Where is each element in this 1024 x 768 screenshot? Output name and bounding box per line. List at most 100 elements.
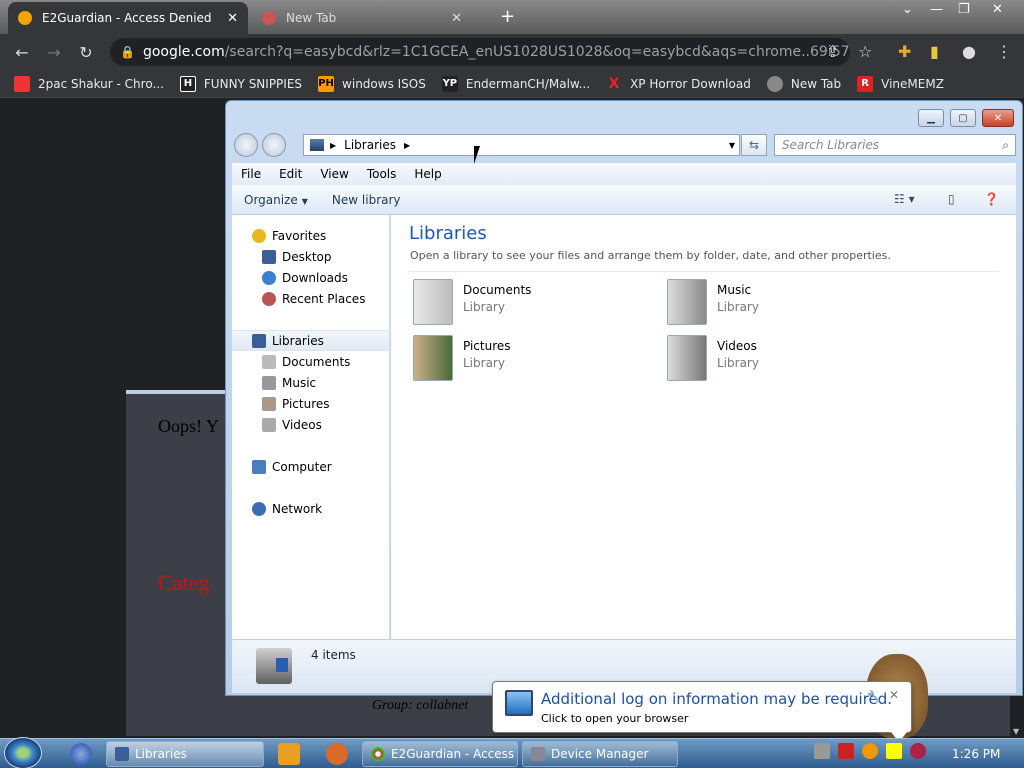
chevron-down-icon[interactable]: ▼ (729, 141, 735, 150)
tray-search-icon[interactable] (862, 743, 878, 759)
search-placeholder: Search Libraries (782, 138, 880, 152)
close-window-icon[interactable]: ✕ (992, 2, 1003, 17)
chevron-right-icon[interactable]: ▶ (404, 141, 410, 150)
nav-downloads[interactable]: Downloads (232, 267, 389, 288)
menu-tools[interactable]: Tools (358, 167, 406, 181)
profile-icon[interactable]: ● (962, 42, 976, 61)
close-icon[interactable]: ✕ (889, 688, 899, 702)
close-button[interactable]: ✕ (982, 109, 1014, 127)
breadcrumb-libraries[interactable]: Libraries (344, 138, 396, 152)
view-options-icon[interactable]: ☷ ▾ (894, 192, 915, 206)
tab-e2guardian[interactable]: E2Guardian - Access Denied ✕ (8, 2, 248, 34)
scroll-down-icon[interactable]: ▼ (1013, 727, 1019, 736)
bookmark-item[interactable]: 2pac Shakur - Chro... (14, 75, 164, 92)
start-button[interactable] (4, 737, 42, 768)
nav-pictures[interactable]: Pictures (232, 393, 389, 414)
chevron-right-icon[interactable]: ▶ (330, 141, 336, 150)
address-bar[interactable]: 🔒 google.com /search?q=easybcd&rlz=1C1GC… (110, 38, 850, 66)
search-input[interactable]: Search Libraries ⌕ (774, 134, 1016, 156)
library-music[interactable]: Music Library (667, 279, 907, 329)
content-pane: Libraries Open a library to see your fil… (391, 215, 1016, 639)
organize-button[interactable]: Organize ▼ (232, 193, 320, 207)
bookmark-item[interactable]: PH windows ISOS (318, 75, 426, 92)
menu-help[interactable]: Help (405, 167, 450, 181)
media-player-icon[interactable] (278, 743, 300, 765)
tab-title: New Tab (286, 11, 337, 25)
extensions-icon[interactable]: ✚ (898, 42, 911, 61)
new-tab-button[interactable]: + (500, 6, 515, 27)
side-panel-icon[interactable]: ▮ (930, 42, 939, 61)
minimize-icon[interactable]: — (930, 2, 943, 17)
browser-tab-strip: E2Guardian - Access Denied ✕ New Tab ✕ +… (0, 0, 1024, 34)
help-icon[interactable]: ❓ (984, 192, 999, 206)
nav-computer[interactable]: Computer (232, 456, 389, 477)
tray-v-icon[interactable] (838, 743, 854, 759)
nav-favorites[interactable]: Favorites (232, 225, 389, 246)
paint-icon[interactable] (326, 743, 348, 765)
nav-recent-places[interactable]: Recent Places (232, 288, 389, 309)
libraries-icon (252, 333, 266, 348)
restore-icon[interactable]: ❐ (958, 2, 970, 17)
group-text: Group: collabnet (372, 698, 469, 713)
reload-icon[interactable]: ↻ (70, 43, 102, 62)
new-library-button[interactable]: New library (320, 193, 413, 207)
lock-icon: 🔒 (120, 45, 135, 59)
clock[interactable]: 1:26 PM (952, 747, 1000, 761)
maximize-button[interactable]: ▢ (950, 109, 976, 127)
command-bar: Organize ▼ New library ☷ ▾ ▯ ❓ (232, 185, 1016, 215)
tray-network-icon[interactable] (886, 743, 902, 759)
task-libraries[interactable]: Libraries (106, 741, 264, 767)
nav-documents[interactable]: Documents (232, 351, 389, 372)
minimize-button[interactable]: ▁ (918, 109, 944, 127)
notification-balloon[interactable]: Additional log on information may be req… (492, 681, 912, 742)
preview-pane-icon[interactable]: ▯ (948, 192, 955, 206)
nav-videos[interactable]: Videos (232, 414, 389, 435)
menu-file[interactable]: File (232, 167, 270, 181)
mouse-cursor (474, 146, 486, 164)
tab-search-icon[interactable]: ⌄ (902, 2, 913, 17)
bookmark-item[interactable]: New Tab (766, 75, 841, 92)
library-videos[interactable]: Videos Library (667, 335, 907, 385)
forward-icon[interactable]: → (38, 43, 70, 62)
back-icon[interactable]: ← (6, 43, 38, 62)
library-documents[interactable]: Documents Library (413, 279, 653, 329)
menu-icon[interactable]: ⋮ (996, 42, 1012, 61)
library-pictures[interactable]: Pictures Library (413, 335, 653, 385)
device-manager-icon (531, 747, 545, 761)
bookmark-item[interactable]: H FUNNY SNIPPIES (179, 75, 302, 92)
notification-title: Additional log on information may be req… (541, 690, 893, 708)
refresh-button[interactable]: ⇆ (741, 134, 767, 156)
menu-view[interactable]: View (311, 167, 357, 181)
back-button[interactable] (234, 133, 258, 157)
close-tab-icon[interactable]: ✕ (227, 11, 238, 26)
star-icon (252, 228, 266, 243)
forward-button[interactable] (262, 133, 286, 157)
nav-network[interactable]: Network (232, 498, 389, 519)
internet-explorer-icon[interactable] (70, 743, 92, 765)
bookmark-star-icon[interactable]: ☆ (858, 42, 872, 61)
network-monitor-icon (505, 690, 533, 716)
explorer-address-bar[interactable]: ▶ Libraries ▶ ▼ (303, 134, 740, 156)
documents-icon (262, 354, 276, 369)
share-icon[interactable]: ⇪ (826, 42, 839, 61)
task-device-manager[interactable]: Device Manager (522, 741, 678, 767)
tray-app-icon[interactable] (814, 743, 830, 759)
menu-edit[interactable]: Edit (270, 167, 311, 181)
content-subheading: Open a library to see your files and arr… (410, 249, 891, 262)
chrome-icon (371, 747, 385, 761)
bookmark-item[interactable]: YP EndermanCH/Malw... (441, 75, 590, 92)
pictures-icon (262, 396, 276, 411)
tray-volume-icon[interactable] (910, 743, 926, 759)
nav-libraries[interactable]: Libraries (232, 330, 389, 351)
nav-desktop[interactable]: Desktop (232, 246, 389, 267)
recent-places-icon (262, 291, 276, 306)
task-e2guardian[interactable]: E2Guardian - Access ... (362, 741, 518, 767)
downloads-icon (262, 270, 276, 285)
bookmark-item[interactable]: R VineMEMZ (857, 75, 944, 92)
tab-new-tab[interactable]: New Tab ✕ (252, 2, 472, 34)
close-tab-icon[interactable]: ✕ (451, 11, 462, 26)
nav-music[interactable]: Music (232, 372, 389, 393)
search-icon[interactable]: ⌕ (1002, 138, 1009, 153)
wrench-icon[interactable]: 🔧 (867, 690, 881, 703)
bookmark-item[interactable]: X XP Horror Download (606, 76, 751, 92)
